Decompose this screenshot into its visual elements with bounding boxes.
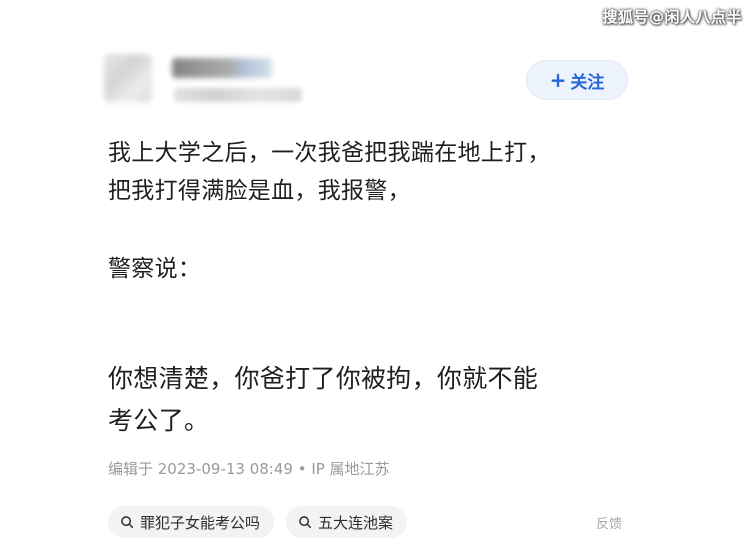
post-paragraph: 警察说：	[108, 256, 202, 282]
search-icon	[299, 516, 312, 529]
search-tag[interactable]: 五大连池案	[286, 506, 408, 538]
post-paragraph-emphasis: 你想清楚，你爸打了你被拘，你就不能 考公了。	[108, 358, 538, 442]
post-header: + 关注	[104, 44, 634, 114]
search-tag[interactable]: 罪犯子女能考公吗	[108, 506, 275, 538]
plus-icon: +	[549, 68, 567, 92]
post-line: 你想清楚，你爸打了你被拘，你就不能	[108, 364, 539, 393]
feedback-link[interactable]: 反馈	[596, 513, 622, 532]
post-line: 我上大学之后，一次我爸把我踹在地上打，	[108, 140, 551, 166]
follow-button[interactable]: + 关注	[526, 60, 628, 100]
post-line: 考公了。	[108, 406, 210, 435]
follow-button-label: 关注	[570, 72, 605, 93]
search-icon	[121, 516, 134, 529]
post-line: 把我打得满脸是血，我报警，	[108, 178, 411, 204]
avatar[interactable]	[104, 54, 152, 102]
related-search-tags: 罪犯子女能考公吗 五大连池案	[108, 506, 408, 538]
search-tag-label: 五大连池案	[318, 513, 394, 532]
username-blurred[interactable]	[172, 58, 272, 78]
post-paragraph: 我上大学之后，一次我爸把我踹在地上打， 把我打得满脸是血，我报警，	[108, 134, 551, 210]
search-tag-label: 罪犯子女能考公吗	[140, 513, 261, 532]
watermark: 搜狐号@闲人八点半	[602, 8, 742, 26]
edit-info: 编辑于 2023-09-13 08:49 • IP 属地江苏	[108, 460, 390, 478]
author-meta-blurred	[174, 88, 302, 102]
